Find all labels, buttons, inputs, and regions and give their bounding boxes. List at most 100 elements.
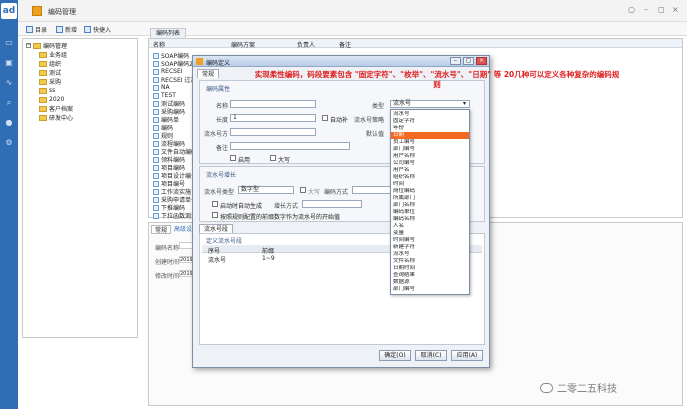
ok-button[interactable]: 确定(O)	[379, 350, 411, 361]
window-titlebar: 编码管理 ○ – ◻ ×	[18, 0, 687, 22]
length-input[interactable]: 1	[230, 114, 316, 122]
dialog-maximize-button[interactable]: ◻	[463, 57, 474, 65]
dropdown-option[interactable]: 流水号	[391, 111, 469, 118]
nav-settings-icon[interactable]: ⚙	[4, 138, 14, 148]
dropdown-option[interactable]: 年份	[391, 125, 469, 132]
dropdown-option[interactable]: 用户名	[391, 167, 469, 174]
dropdown-option[interactable]: 编码单位	[391, 209, 469, 216]
tree-item[interactable]: 业务组	[39, 50, 67, 59]
type-dropdown-list: 流水号 固定字符 年份 日期 员工编号 部门编号 用户名称 公司编号 用户名 组织名称 时间 岗位编码…	[390, 109, 470, 295]
column-header[interactable]: 负责人	[297, 40, 315, 49]
document-icon	[153, 124, 159, 131]
catalog-button[interactable]: 目录	[26, 24, 47, 34]
nav-user-icon[interactable]: ●	[4, 118, 14, 128]
cancel-button[interactable]: 取消(C)	[415, 350, 447, 361]
serial-upper-checkbox[interactable]	[300, 187, 306, 193]
dropdown-option[interactable]: 编码名称	[391, 216, 469, 223]
tree-item[interactable]: 采购	[39, 77, 61, 86]
window-maximize-button[interactable]: ◻	[658, 5, 665, 14]
nav-panel-icon[interactable]: ▣	[4, 58, 14, 68]
modified-time-field[interactable]: 2019	[179, 270, 193, 277]
dropdown-option[interactable]: 查询结果	[391, 272, 469, 279]
chevron-down-icon[interactable]: ▾	[463, 100, 466, 107]
dialog-minimize-button[interactable]: –	[450, 57, 461, 65]
growth-mode-input[interactable]	[302, 200, 362, 208]
document-icon	[153, 60, 159, 67]
column-header[interactable]: 编码方案	[231, 40, 255, 49]
table-row[interactable]: 下拉函数测试	[153, 211, 197, 220]
dialog-title: 编码定义	[206, 60, 231, 67]
dialog-close-button[interactable]: ×	[476, 57, 487, 65]
tree-item[interactable]: 组织	[39, 59, 61, 68]
document-icon	[153, 172, 159, 179]
dropdown-option[interactable]: 数据源	[391, 279, 469, 286]
dropdown-option[interactable]: 部门编号	[391, 286, 469, 293]
prefix-start-checkbox[interactable]	[212, 212, 218, 218]
document-icon	[153, 100, 159, 107]
document-icon	[153, 204, 159, 211]
table-cell[interactable]: 流水号	[208, 255, 226, 264]
feature-annotation: 实现柔性编码，码段要素包含 "固定字符"、"枚举"、"流水号"、"日期" 等 2…	[254, 70, 620, 89]
serial-segment-tab[interactable]: 流水号段	[199, 224, 234, 233]
window-option-button[interactable]: ○	[628, 5, 635, 14]
nav-search-icon[interactable]: ⌕	[4, 98, 14, 108]
dropdown-option[interactable]: 人名	[391, 223, 469, 230]
quick-entry-button[interactable]: 快捷入	[84, 24, 111, 34]
column-header[interactable]: 名称	[153, 40, 165, 49]
dialog-tab-general[interactable]: 常规	[197, 69, 220, 78]
dropdown-option[interactable]: 时间	[391, 181, 469, 188]
type-select[interactable]: 流水号	[390, 100, 470, 108]
tree-item[interactable]: 研发中心	[39, 113, 73, 122]
growth-mode-label: 增长方式	[274, 203, 299, 210]
nav-monitor-icon[interactable]: ▭	[4, 38, 14, 48]
enable-checkbox[interactable]	[230, 155, 236, 161]
document-icon	[153, 164, 159, 171]
tab-code-list[interactable]: 编码列表	[150, 28, 187, 38]
dropdown-option[interactable]: 员工编号	[391, 139, 469, 146]
window-minimize-button[interactable]: –	[644, 5, 648, 14]
auto-generate-checkbox[interactable]	[212, 201, 218, 207]
nav-chart-icon[interactable]: ∿	[4, 78, 14, 88]
window-title: 编码管理	[48, 8, 76, 16]
document-icon	[153, 108, 159, 115]
tree-root[interactable]: − 编码管理	[26, 41, 67, 50]
dropdown-option[interactable]: 部门编号	[391, 146, 469, 153]
window-close-button[interactable]: ×	[672, 5, 679, 14]
dropdown-option[interactable]: 用户名称	[391, 153, 469, 160]
dropdown-option[interactable]: 公司编号	[391, 160, 469, 167]
dropdown-option[interactable]: 所属部门	[391, 195, 469, 202]
dropdown-option[interactable]: 组织名称	[391, 174, 469, 181]
code-name-field[interactable]	[179, 242, 193, 249]
table-cell[interactable]: 1~9	[262, 255, 275, 262]
watermark: 二零二五科技	[540, 380, 617, 395]
apply-button[interactable]: 应用(A)	[451, 350, 483, 361]
dropdown-option[interactable]: 岗位编码	[391, 188, 469, 195]
dropdown-option[interactable]: 日期时间	[391, 265, 469, 272]
dropdown-option[interactable]: 新建字符	[391, 244, 469, 251]
dropdown-option[interactable]: 流水号	[391, 251, 469, 258]
dropdown-option[interactable]: 时间编号	[391, 237, 469, 244]
dropdown-option[interactable]: 变量	[391, 230, 469, 237]
note-input[interactable]	[230, 142, 350, 150]
folder-icon	[39, 114, 47, 121]
collapse-icon[interactable]: −	[26, 43, 31, 48]
dropdown-option[interactable]: 部门名称	[391, 202, 469, 209]
serial-type-select[interactable]: 数字型	[238, 186, 294, 194]
tree-item[interactable]: 测试	[39, 68, 61, 77]
dropdown-option[interactable]: 固定字符	[391, 118, 469, 125]
document-icon	[153, 196, 159, 203]
name-input[interactable]	[230, 100, 316, 108]
column-header[interactable]: 备注	[339, 40, 351, 49]
tree-item[interactable]: 2020	[39, 95, 64, 104]
tree-item[interactable]: 客户档案	[39, 104, 73, 113]
upper-checkbox[interactable]	[270, 155, 276, 161]
add-button[interactable]: 新增	[56, 24, 77, 34]
created-time-field[interactable]: 2019	[179, 256, 193, 263]
dropdown-option[interactable]: 文件名称	[391, 258, 469, 265]
app-logo: ad	[1, 3, 17, 19]
fill-checkbox[interactable]	[322, 115, 328, 121]
tree-item[interactable]: ss	[39, 86, 55, 95]
dropdown-option[interactable]: 日期	[391, 132, 469, 139]
tab-general[interactable]: 常规	[151, 225, 172, 234]
prefix-input[interactable]	[230, 128, 316, 136]
